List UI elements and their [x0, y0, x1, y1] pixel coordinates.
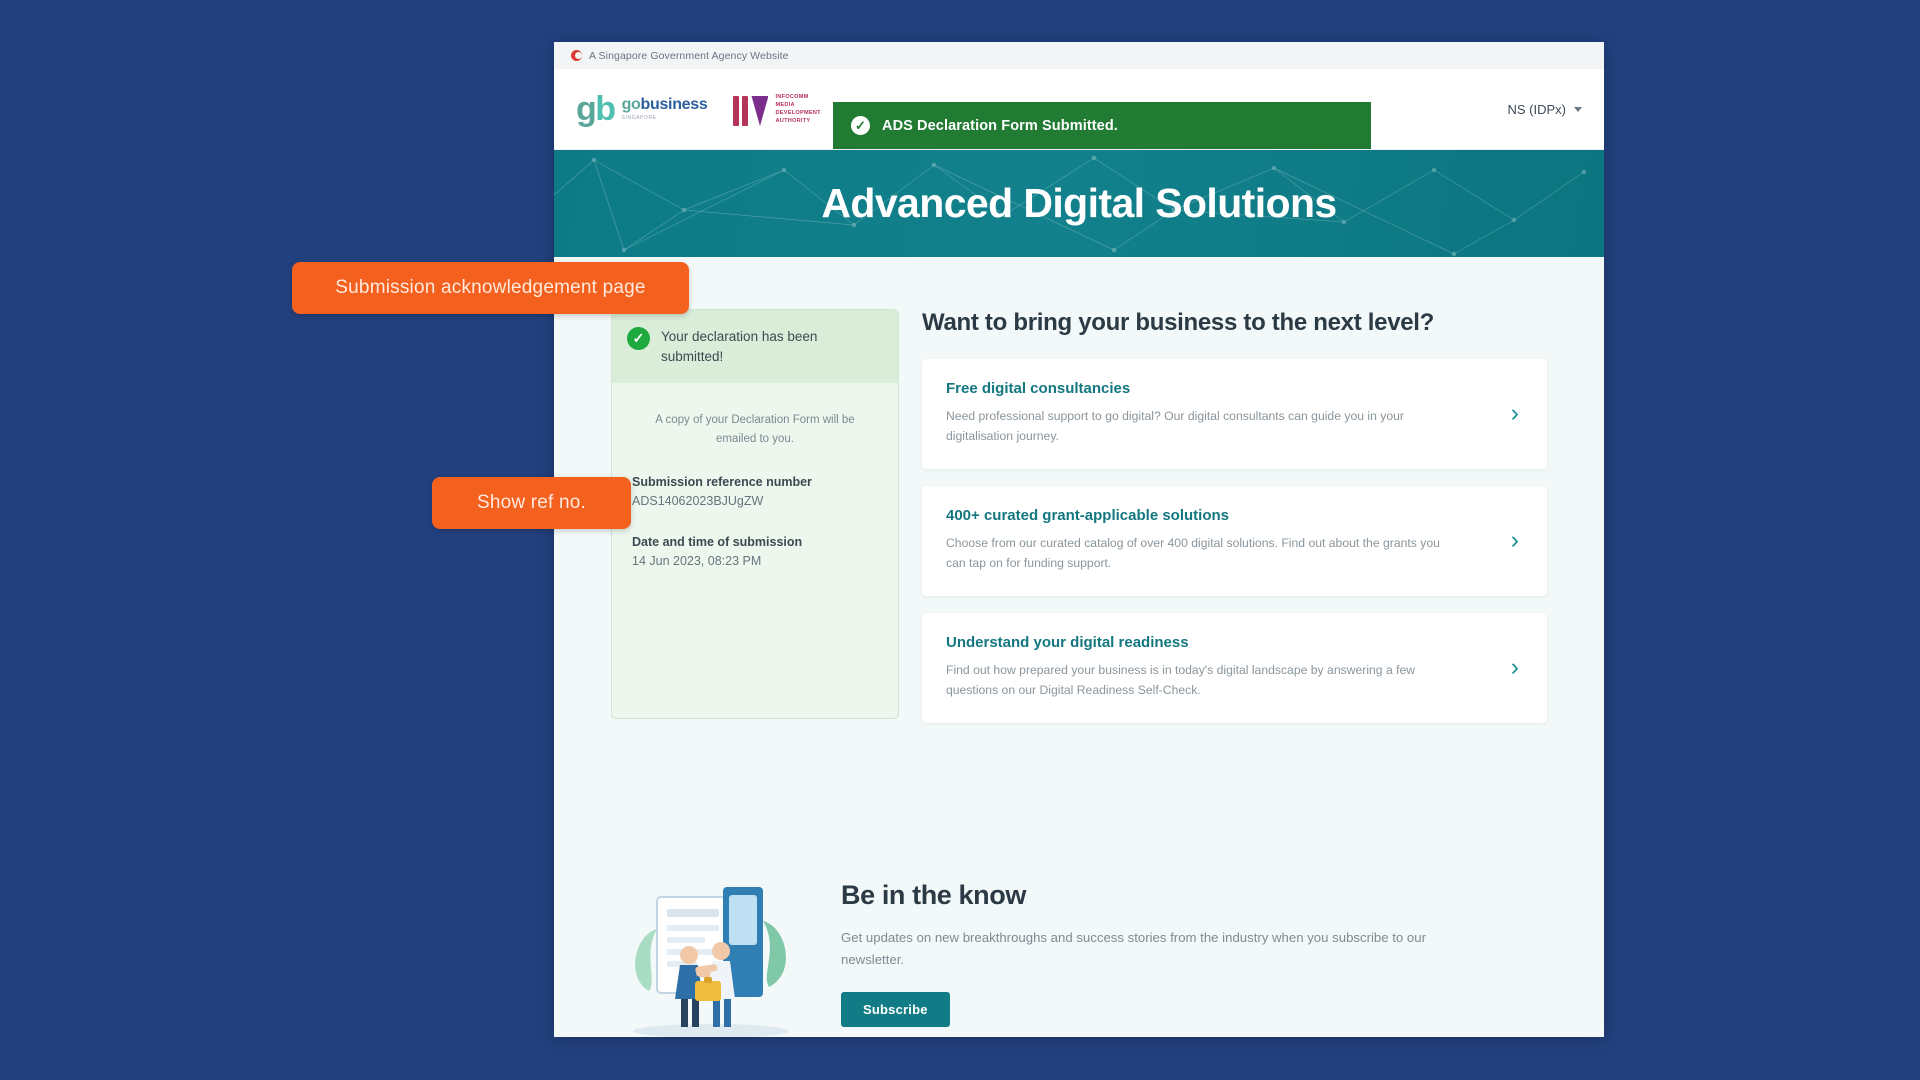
check-circle-icon: ✓: [627, 327, 650, 350]
annotation-show-ref-no: Show ref no.: [432, 477, 631, 529]
gobusiness-logo[interactable]: gb gobusiness SINGAPORE: [576, 90, 708, 128]
submission-reference-value: ADS14062023BJUgZW: [632, 493, 764, 508]
promo-card-description: Find out how prepared your business is i…: [946, 662, 1416, 697]
chevron-right-icon[interactable]: ›: [1511, 400, 1523, 426]
annotation-submission-acknowledgement: Submission acknowledgement page: [292, 262, 689, 314]
check-circle-icon: ✓: [851, 116, 870, 135]
promotions-column: Want to bring your business to the next …: [922, 309, 1547, 817]
gobusiness-tagline: SINGAPORE: [621, 114, 657, 121]
browser-page-frame: A Singapore Government Agency Website gb…: [554, 42, 1604, 1037]
chevron-right-icon[interactable]: ›: [1511, 654, 1523, 680]
declaration-card-header: ✓ Your declaration has been submitted!: [612, 310, 898, 384]
declaration-headline: Your declaration has been submitted!: [661, 329, 818, 364]
gobusiness-wordmark: gobusiness SINGAPORE: [621, 95, 708, 121]
submission-datetime-field: Date and time of submission 14 Jun 2023,…: [632, 535, 878, 568]
account-label: NS (IDPx): [1507, 101, 1567, 117]
account-menu[interactable]: NS (IDPx): [1507, 101, 1582, 117]
promo-card-content: Free digital consultancies Need professi…: [946, 380, 1497, 447]
singapore-flag-icon: [571, 50, 582, 61]
promo-card-digital-readiness[interactable]: Understand your digital readiness Find o…: [922, 613, 1547, 723]
toast-notification: ✓ ADS Declaration Form Submitted.: [833, 102, 1371, 149]
logo-group: gb gobusiness SINGAPORE INFOCOMM MEDIA D…: [576, 92, 821, 126]
page-title: Advanced Digital Solutions: [821, 180, 1337, 226]
imda-line-4: AUTHORITY: [775, 118, 811, 125]
declaration-email-note: A copy of your Declaration Form will be …: [655, 414, 855, 445]
subscribe-button[interactable]: Subscribe: [841, 992, 950, 1028]
imda-line-2: MEDIA: [775, 101, 795, 108]
masthead-label: A Singapore Government Agency Website: [589, 49, 789, 62]
people-newsletter-illustration: [633, 887, 789, 1037]
main-content: ✓ Your declaration has been submitted! A…: [554, 257, 1604, 817]
imda-line-3: DEVELOPMENT: [775, 110, 821, 116]
imda-line-1: INFOCOMM: [775, 93, 809, 100]
government-masthead: A Singapore Government Agency Website: [554, 42, 1604, 69]
promotions-heading: Want to bring your business to the next …: [922, 309, 1435, 336]
promo-card-content: Understand your digital readiness Find o…: [946, 634, 1497, 701]
site-header: gb gobusiness SINGAPORE INFOCOMM MEDIA D…: [554, 69, 1604, 150]
imda-mark-icon: [733, 92, 768, 126]
imda-logo[interactable]: INFOCOMM MEDIA DEVELOPMENT AUTHORITY: [733, 92, 821, 126]
chevron-down-icon: [1574, 106, 1582, 112]
newsletter-section: Be in the know Get updates on new breakt…: [554, 817, 1604, 1037]
promo-card-description: Need professional support to go digital?…: [946, 408, 1404, 443]
promo-card-curated-grant-solutions[interactable]: 400+ curated grant-applicable solutions …: [922, 486, 1547, 596]
gobusiness-mark-icon: gb: [576, 90, 616, 128]
gobusiness-word-business: business: [640, 95, 708, 113]
promo-card-title: 400+ curated grant-applicable solutions: [946, 506, 1229, 524]
newsletter-title: Be in the know: [841, 879, 1026, 910]
submission-reference-label: Submission reference number: [632, 474, 812, 489]
submission-reference-field: Submission reference number ADS14062023B…: [632, 475, 878, 508]
promo-card-content: 400+ curated grant-applicable solutions …: [946, 507, 1497, 574]
newsletter-text: Be in the know Get updates on new breakt…: [841, 880, 1547, 1034]
declaration-status-card: ✓ Your declaration has been submitted! A…: [611, 309, 899, 719]
imda-wordmark: INFOCOMM MEDIA DEVELOPMENT AUTHORITY: [775, 93, 820, 125]
hero-banner: Advanced Digital Solutions: [554, 150, 1604, 257]
submission-datetime-label: Date and time of submission: [632, 534, 803, 549]
newsletter-description: Get updates on new breakthroughs and suc…: [841, 929, 1426, 967]
toast-message: ADS Declaration Form Submitted.: [882, 117, 1118, 134]
declaration-card-body: A copy of your Declaration Form will be …: [612, 383, 898, 718]
promo-card-description: Choose from our curated catalog of over …: [946, 535, 1440, 570]
promo-card-title: Understand your digital readiness: [946, 633, 1189, 651]
chevron-right-icon[interactable]: ›: [1511, 527, 1523, 553]
submission-datetime-value: 14 Jun 2023, 08:23 PM: [632, 553, 762, 568]
promo-card-title: Free digital consultancies: [946, 379, 1131, 397]
screenshot-root: A Singapore Government Agency Website gb…: [0, 0, 1920, 1080]
promo-card-free-digital-consultancies[interactable]: Free digital consultancies Need professi…: [922, 359, 1547, 469]
gobusiness-word-go: go: [621, 95, 641, 113]
